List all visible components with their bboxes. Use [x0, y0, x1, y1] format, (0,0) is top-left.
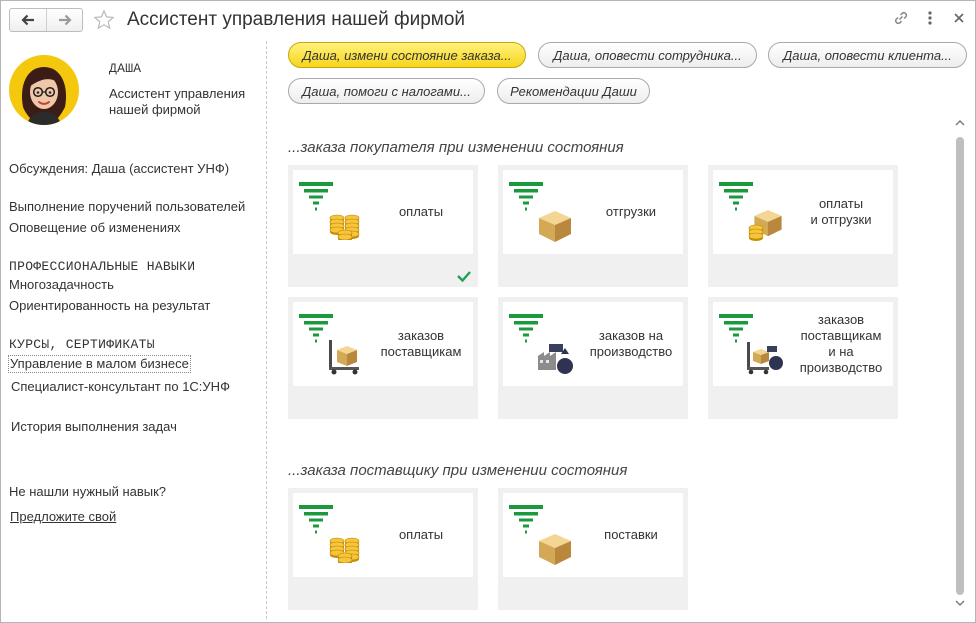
checkmark-icon [457, 271, 471, 283]
notify-client-command[interactable]: Даша, оповести клиента... [768, 42, 967, 68]
scrollbar-thumb[interactable] [956, 137, 964, 595]
tile-label: заказов поставщикам и на производство [799, 312, 883, 375]
tile-label: оплаты [398, 527, 444, 542]
tile-label: отгрузки [605, 204, 657, 219]
skill-item: Многозадачность [9, 277, 114, 292]
favorite-star-icon[interactable] [93, 9, 115, 31]
tile-body: оплаты и отгрузки [713, 170, 893, 254]
assistant-profile-panel: ДАША Ассистент управления нашей фирмой О… [1, 39, 267, 622]
panel-divider [266, 41, 267, 619]
box-icon [535, 204, 575, 249]
tile-label: заказов на производство [589, 328, 673, 359]
tile-supplier-order-delivery[interactable]: поставки [498, 488, 688, 610]
title-bar: Ассистент управления нашей фирмой [1, 1, 975, 39]
change-order-state-command[interactable]: Даша, измени состояние заказа... [288, 42, 526, 68]
tile-customer-order-shipment[interactable]: отгрузки [498, 165, 688, 287]
recommendations-command[interactable]: Рекомендации Даши [497, 78, 650, 104]
scroll-down-arrow-icon[interactable] [955, 599, 965, 607]
tile-body: оплаты [293, 493, 473, 577]
discussion-text: Обсуждения: Даша (ассистент УНФ) [9, 161, 230, 176]
task-history-link[interactable]: История выполнения задач [11, 419, 177, 435]
duty-item: Выполнение поручений пользователей [9, 199, 246, 214]
tax-help-command[interactable]: Даша, помоги с налогами... [288, 78, 485, 104]
tile-body: заказов поставщикам [293, 302, 473, 386]
assistant-avatar [9, 55, 79, 125]
tile-production-orders[interactable]: заказов на производство [498, 297, 688, 419]
pallet-factory-icon [745, 336, 785, 381]
course-link[interactable]: Управление в малом бизнесе [8, 355, 191, 373]
window-title: Ассистент управления нашей фирмой [127, 9, 466, 30]
suggest-skill-link[interactable]: Предложите свой [10, 509, 116, 525]
scroll-up-arrow-icon[interactable] [955, 119, 965, 127]
duty-item: Оповещение об изменениях [9, 220, 181, 235]
tile-supplier-and-production-orders[interactable]: заказов поставщикам и на производство [708, 297, 898, 419]
back-arrow-icon [21, 14, 34, 26]
tile-body: заказов на производство [503, 302, 683, 386]
forward-arrow-icon [58, 14, 72, 26]
section-title: ...заказа поставщику при изменении состо… [288, 462, 628, 479]
assistant-role: Ассистент управления нашей фирмой [109, 86, 246, 117]
tile-customer-order-payment[interactable]: оплаты [288, 165, 478, 287]
back-button[interactable] [10, 9, 46, 31]
coins-icon [325, 527, 365, 568]
link-icon[interactable] [892, 9, 910, 27]
tile-body: заказов поставщикам и на производство [713, 302, 893, 386]
tile-supplier-order-payment[interactable]: оплаты [288, 488, 478, 610]
tile-body: оплаты [293, 170, 473, 254]
navigation-buttons [9, 8, 83, 32]
assistant-window: Ассистент управления нашей фирмой ДАША А… [0, 0, 976, 623]
course-item: Специалист-консультант по 1С:УНФ [11, 379, 230, 394]
box-coins-icon [745, 204, 785, 249]
close-icon[interactable] [951, 9, 967, 27]
more-menu-icon[interactable] [923, 9, 937, 27]
tile-customer-order-payment-shipment[interactable]: оплаты и отгрузки [708, 165, 898, 287]
tile-body: отгрузки [503, 170, 683, 254]
assistant-name: ДАША [109, 61, 142, 76]
skills-header: ПРОФЕССИОНАЛЬНЫЕ НАВЫКИ [9, 259, 196, 274]
tile-label: заказов поставщикам [380, 328, 462, 359]
notify-employee-command[interactable]: Даша, оповести сотрудника... [538, 42, 757, 68]
tile-label: поставки [604, 527, 658, 542]
forward-button[interactable] [46, 9, 82, 31]
tile-body: поставки [503, 493, 683, 577]
coins-icon [325, 204, 365, 245]
no-skill-text: Не нашли нужный навык? [9, 484, 167, 499]
courses-header: КУРСЫ, СЕРТИФИКАТЫ [9, 337, 155, 352]
factory-icon [535, 336, 575, 381]
skill-item: Ориентированность на результат [9, 298, 211, 313]
section-title: ...заказа покупателя при изменении состо… [288, 139, 624, 156]
tile-label: оплаты [398, 204, 444, 219]
pallet-truck-icon [325, 336, 365, 381]
tile-supplier-orders[interactable]: заказов поставщикам [288, 297, 478, 419]
box-icon [535, 527, 575, 572]
tile-label: оплаты и отгрузки [810, 196, 872, 227]
